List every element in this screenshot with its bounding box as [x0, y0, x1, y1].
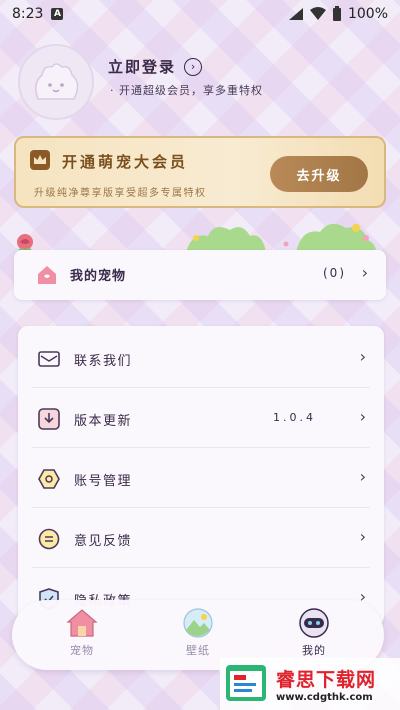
version-value: 1.0.4 [273, 411, 316, 424]
battery-percent: 100% [347, 6, 388, 22]
menu-label: 意见反馈 [74, 534, 133, 549]
house-icon [66, 609, 98, 637]
menu-item-feedback[interactable]: 意见反馈 › [18, 508, 384, 568]
pet-house-icon [38, 266, 56, 284]
tab-label: 壁纸 [186, 644, 210, 657]
chevron-right-icon: › [359, 467, 366, 486]
watermark: 睿思下载网 www.cdgthk.com [220, 658, 400, 710]
status-left: 8:23 A [12, 6, 64, 22]
crown-icon [30, 150, 50, 170]
avatar[interactable] [18, 44, 94, 120]
bushes-icon [186, 223, 376, 252]
wifi-icon [309, 7, 326, 20]
login-link[interactable]: 立即登录 › [108, 56, 203, 77]
settings-menu: 联系我们 › 版本更新 1.0.4 › 账号管理 › 意见反馈 › › [18, 326, 384, 626]
feedback-icon [38, 528, 60, 550]
login-title: 立即登录 [108, 58, 177, 76]
upgrade-button[interactable]: 去升级 [270, 156, 368, 192]
chevron-right-icon: › [359, 527, 366, 546]
chevron-right-circle-icon: › [184, 57, 203, 76]
tab-wallpaper[interactable]: 壁纸 [158, 608, 238, 664]
tab-mine[interactable]: 我的 [274, 608, 354, 664]
vip-subtitle: 升级纯净尊享版享受超多专属特权 [34, 188, 207, 199]
battery-icon [332, 6, 341, 21]
dumpling-mascot-icon [35, 63, 79, 100]
watermark-title: 睿思下载网 [276, 669, 377, 691]
status-bar: 8:23 A 100% [0, 0, 400, 28]
menu-label: 联系我们 [74, 354, 133, 369]
chevron-right-icon: › [359, 347, 366, 366]
robot-icon [299, 608, 329, 638]
watermark-text: 睿思下载网 www.cdgthk.com [276, 665, 376, 703]
menu-label: 账号管理 [74, 474, 133, 489]
status-right: 100% [288, 6, 388, 22]
menu-item-update[interactable]: 版本更新 1.0.4 › [18, 388, 384, 448]
chevron-right-icon: › [361, 263, 368, 282]
hexagon-icon [38, 469, 60, 489]
login-subtitle: · 开通超级会员，享多重特权 [110, 84, 263, 97]
tab-label: 我的 [302, 644, 326, 657]
menu-label: 版本更新 [74, 414, 133, 429]
notification-a-icon: A [51, 8, 64, 20]
mail-icon [38, 351, 60, 367]
tab-pets[interactable]: 宠物 [42, 608, 122, 664]
my-pets-row[interactable]: 我的宠物 (0) › [14, 250, 386, 300]
signal-icon [288, 8, 303, 20]
profile-header: 立即登录 › · 开通超级会员，享多重特权 [18, 44, 388, 124]
status-time: 8:23 [12, 6, 44, 22]
vip-banner[interactable]: 开通萌宠大会员 升级纯净尊享版享受超多专属特权 去升级 [14, 136, 386, 208]
download-icon [38, 408, 60, 430]
landscape-icon [183, 608, 213, 638]
tab-label: 宠物 [70, 644, 94, 657]
site-logo-icon [226, 665, 266, 701]
my-pets-label: 我的宠物 [70, 269, 127, 284]
watermark-url: www.cdgthk.com [276, 692, 373, 703]
vip-title: 开通萌宠大会员 [62, 153, 189, 171]
menu-item-account[interactable]: 账号管理 › [18, 448, 384, 508]
menu-item-contact[interactable]: 联系我们 › [18, 328, 384, 388]
chevron-right-icon: › [359, 407, 366, 426]
pet-count: (0) [323, 266, 346, 280]
